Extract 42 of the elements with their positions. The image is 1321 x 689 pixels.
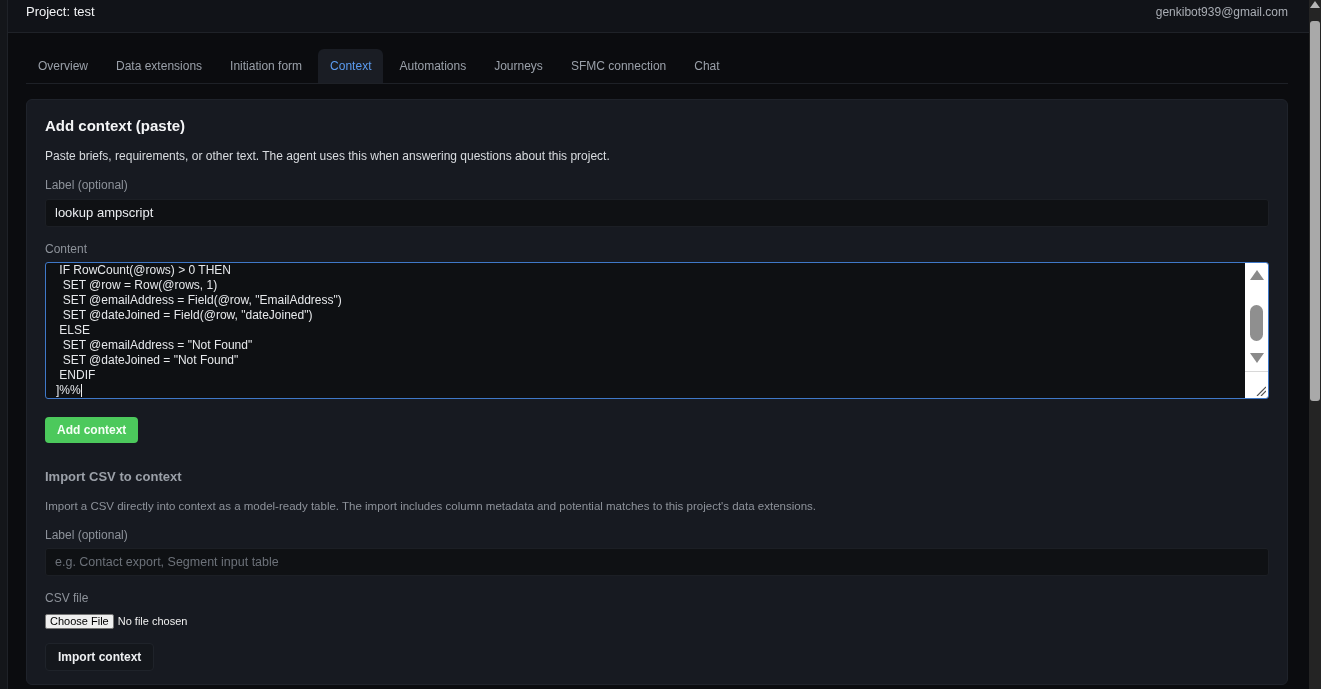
field-label: CSV file — [45, 590, 90, 606]
tab[interactable]: Initiation form — [218, 49, 315, 83]
field-label: Content — [45, 241, 89, 257]
code-line: ]%% — [56, 383, 81, 398]
field-label: Label (optional) — [45, 527, 129, 543]
section-title: Import CSV to context — [45, 468, 183, 486]
textarea-scrollbar[interactable] — [1245, 263, 1268, 398]
user-email: genkibot939@gmail.com — [1155, 4, 1288, 20]
project-title: Project: test — [26, 4, 95, 20]
tab[interactable]: Data extensions — [104, 49, 215, 83]
file-status: No file chosen — [117, 614, 188, 629]
code-line: SET @row = Row(@rows, 1) — [61, 278, 218, 293]
code-line: SET @emailAddress = "Not Found" — [61, 338, 253, 353]
tab[interactable]: SFMC connection — [558, 49, 679, 83]
section-title: Add context (paste) — [45, 116, 186, 136]
section-description: Paste briefs, requirements, or other text. The agent uses this when answering questions about this project. — [45, 148, 611, 164]
label-input[interactable]: e.g. Contact export, Segment input table — [45, 548, 1269, 576]
tab[interactable]: Chat — [682, 49, 732, 83]
scrollbar-thumb[interactable] — [1310, 21, 1320, 401]
code-line: SET @emailAddress = Field(@row, "EmailAddress") — [61, 293, 342, 308]
scroll-down-icon[interactable] — [1249, 353, 1264, 363]
section-description: Import a CSV directly into context as a model-ready table. The import includes column metadata and potential matches to this project's data extensions. — [45, 499, 817, 514]
text-cursor-icon — [80, 384, 82, 397]
code-line: SET @dateJoined = "Not Found" — [61, 353, 239, 368]
resize-grip-icon[interactable] — [1256, 386, 1266, 396]
scrollbar-thumb[interactable] — [1250, 305, 1263, 341]
choose-file-button[interactable]: Choose File — [45, 614, 114, 629]
label-input[interactable]: lookup ampscript — [45, 199, 1269, 227]
code-line: ENDIF — [58, 368, 96, 383]
tab[interactable]: Automations — [387, 49, 479, 83]
code-line: ELSE — [58, 323, 91, 338]
scroll-up-icon[interactable] — [1249, 270, 1264, 280]
content-textarea[interactable] — [45, 262, 1269, 399]
page-scrollbar[interactable] — [1309, 0, 1321, 689]
tab[interactable]: Journeys — [482, 49, 555, 83]
field-label: Label (optional) — [45, 177, 129, 193]
scroll-up-icon[interactable] — [1310, 1, 1320, 8]
tab[interactable]: Context — [318, 49, 384, 83]
code-line: IF RowCount(@rows) > 0 THEN — [58, 263, 231, 278]
import-context-button[interactable]: Import context — [45, 643, 155, 671]
tab[interactable]: Overview — [26, 49, 100, 83]
code-line: SET @dateJoined = Field(@row, "dateJoined") — [61, 308, 313, 323]
